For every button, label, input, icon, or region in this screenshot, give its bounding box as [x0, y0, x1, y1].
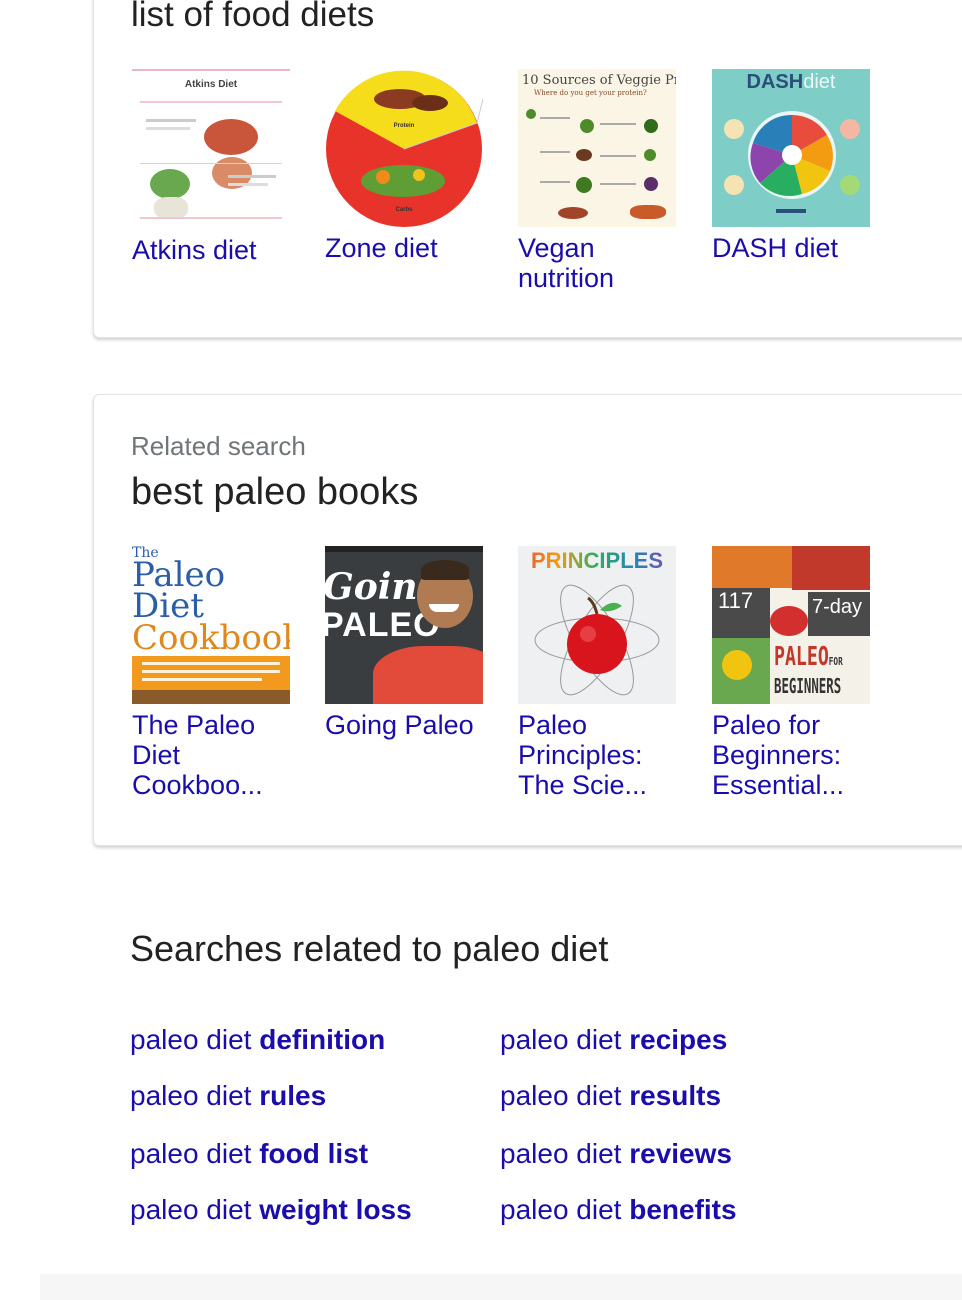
paleo-principles-item[interactable]: PRINCIPLES Paleo Principles: The Scie...	[518, 546, 680, 800]
atkins-image-title: Atkins Diet	[184, 79, 238, 90]
related-search-title[interactable]: best paleo books	[131, 471, 418, 514]
vegan-image-subtitle: Where do you get your protein?	[534, 89, 647, 97]
footer-strip	[40, 1274, 962, 1300]
related-search-recipes-link[interactable]: paleo diet recipes	[500, 1024, 727, 1056]
dash-diet-label[interactable]: DASH diet	[712, 233, 874, 263]
paleo-for-beginners-label[interactable]: Paleo for Beginners: Essential...	[712, 710, 874, 800]
related-search-weight-loss-link[interactable]: paleo diet weight loss	[130, 1194, 412, 1226]
paleo-diet-cookbook-item[interactable]: The Paleo Diet Cookbook The Paleo Diet C…	[132, 546, 294, 800]
zone-carbs-text: Carbs	[395, 207, 413, 213]
paleo-diet-cookbook-cover: The Paleo Diet Cookbook	[132, 546, 290, 704]
paleo-principles-label[interactable]: Paleo Principles: The Scie...	[518, 710, 680, 800]
related-searches-title: Searches related to paleo diet	[130, 928, 609, 969]
atkins-diet-label[interactable]: Atkins diet	[132, 235, 294, 265]
zone-diet-label[interactable]: Zone diet	[325, 233, 487, 263]
paleo-diet-cookbook-label[interactable]: The Paleo Diet Cookboo...	[132, 710, 294, 800]
zone-diet-item[interactable]: Protein Carbs Zone diet	[325, 69, 487, 263]
zone-protein-text: Protein	[394, 123, 415, 129]
paleo-principles-cover: PRINCIPLES	[518, 546, 676, 704]
zone-pie-graphic: Protein Carbs	[326, 70, 483, 227]
related-search-card: Related search best paleo books The Pale…	[93, 394, 962, 846]
vegan-nutrition-image: 10 Sources of Veggie Pro Where do you ge…	[518, 69, 676, 227]
paleo-for-beginners-item[interactable]: 117 7-day PALEOFOR BEGINNERS Paleo for B…	[712, 546, 874, 800]
related-search-rules-link[interactable]: paleo diet rules	[130, 1080, 326, 1112]
dash-diet-image: DASHdiet	[712, 69, 870, 227]
related-search-food-list-link[interactable]: paleo diet food list	[130, 1138, 368, 1170]
related-search-benefits-link[interactable]: paleo diet benefits	[500, 1194, 737, 1226]
going-paleo-cover: Going PALEO	[325, 546, 483, 704]
paleo-for-beginners-cover: 117 7-day PALEOFOR BEGINNERS	[712, 546, 870, 704]
going-paleo-item[interactable]: Going PALEO Going Paleo	[325, 546, 487, 740]
vegan-image-title: 10 Sources of Veggie Pro	[522, 73, 676, 88]
dash-image-title: DASHdiet	[746, 71, 836, 93]
related-search-label: Related search	[131, 431, 306, 461]
going-paleo-label[interactable]: Going Paleo	[325, 710, 487, 740]
food-diets-card: list of food diets Atkins Diet Atkins di…	[93, 0, 962, 338]
dash-plate-graphic	[724, 111, 860, 213]
vegan-nutrition-item[interactable]: 10 Sources of Veggie Pro Where do you ge…	[518, 69, 680, 293]
zone-diet-image: Protein Carbs	[325, 69, 483, 227]
vegan-nutrition-label[interactable]: Vegan nutrition	[518, 233, 680, 293]
dash-diet-item[interactable]: DASHdiet DASH diet	[712, 69, 874, 263]
related-search-definition-link[interactable]: paleo diet definition	[130, 1024, 385, 1056]
atkins-diet-image: Atkins Diet	[132, 69, 290, 229]
related-search-reviews-link[interactable]: paleo diet reviews	[500, 1138, 732, 1170]
apple-atom-graphic	[534, 584, 660, 696]
atkins-diet-item[interactable]: Atkins Diet Atkins diet	[132, 69, 294, 265]
card-title: list of food diets	[131, 0, 375, 34]
related-search-results-link[interactable]: paleo diet results	[500, 1080, 721, 1112]
